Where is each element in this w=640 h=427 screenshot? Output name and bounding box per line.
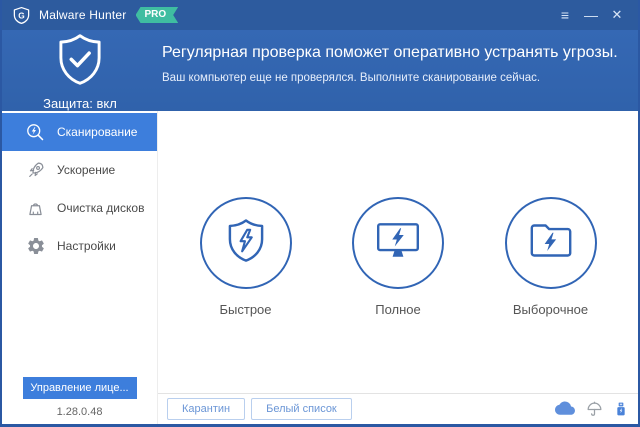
cloud-icon[interactable] — [555, 399, 576, 420]
page-subtitle: Ваш компьютер еще не проверялся. Выполни… — [162, 72, 541, 84]
app-title: Malware Hunter — [39, 8, 127, 22]
quarantine-button[interactable]: Карантин — [167, 398, 246, 420]
scan-option-label: Полное — [375, 302, 421, 317]
rocket-icon — [25, 160, 46, 181]
svg-text:G: G — [18, 10, 24, 20]
folder-bolt-icon — [527, 220, 575, 266]
sidebar-item-label: Ускорение — [57, 163, 116, 177]
sidebar-item-disk-cleanup[interactable]: Очистка дисков — [2, 189, 157, 227]
pro-badge: PRO — [136, 7, 179, 23]
sidebar: Сканирование Ускорение Очистка дисков На… — [2, 111, 158, 424]
license-button[interactable]: Управление лице... — [22, 377, 137, 399]
protection-status-panel: Защита: вкл — [2, 30, 158, 111]
scan-option-label: Выборочное — [512, 302, 589, 317]
scan-option-full[interactable]: Полное — [333, 197, 463, 317]
protection-shield-check-icon — [55, 33, 105, 92]
sidebar-item-settings[interactable]: Настройки — [2, 227, 157, 265]
version-label: 1.28.0.48 — [56, 406, 103, 418]
app-window: G Malware Hunter PRO ≡ — ✕ Защита: вкл Р… — [0, 0, 640, 427]
usb-bolt-icon[interactable] — [613, 400, 629, 418]
header-text: Регулярная проверка поможет оперативно у… — [158, 30, 638, 111]
umbrella-icon[interactable] — [585, 400, 604, 419]
sidebar-item-scan[interactable]: Сканирование — [2, 113, 157, 151]
scan-search-bolt-icon — [25, 122, 46, 143]
gear-icon — [25, 236, 46, 257]
quick-scan-circle — [199, 197, 292, 289]
scan-option-quick[interactable]: Быстрое — [181, 197, 311, 317]
sidebar-item-label: Очистка дисков — [57, 201, 145, 215]
scan-option-custom[interactable]: Выборочное — [486, 197, 616, 317]
menu-button[interactable]: ≡ — [554, 4, 576, 26]
protection-status: Защита: вкл — [43, 95, 117, 111]
header-banner: Защита: вкл Регулярная проверка поможет … — [2, 30, 638, 111]
broom-icon — [25, 198, 46, 219]
sidebar-item-label: Сканирование — [57, 125, 138, 139]
sidebar-item-boost[interactable]: Ускорение — [2, 151, 157, 189]
custom-scan-circle — [504, 197, 597, 289]
monitor-bolt-icon — [374, 220, 422, 266]
footer-toolbar: Карантин Белый список — [158, 393, 638, 424]
whitelist-button[interactable]: Белый список — [251, 398, 352, 420]
page-title: Регулярная проверка поможет оперативно у… — [162, 44, 618, 61]
sidebar-item-label: Настройки — [57, 239, 116, 253]
scan-options: Быстрое Полное Выборочное — [158, 111, 638, 393]
main-panel: Быстрое Полное Выборочное Карантин Белый… — [158, 111, 638, 424]
window-controls: ≡ — ✕ — [554, 4, 628, 26]
shield-bolt-icon — [225, 218, 267, 269]
close-button[interactable]: ✕ — [606, 4, 628, 26]
minimize-button[interactable]: — — [580, 4, 602, 26]
full-scan-circle — [352, 197, 444, 289]
scan-option-label: Быстрое — [219, 302, 272, 317]
app-logo-shield-icon: G — [12, 6, 31, 25]
titlebar: G Malware Hunter PRO ≡ — ✕ — [2, 0, 638, 30]
